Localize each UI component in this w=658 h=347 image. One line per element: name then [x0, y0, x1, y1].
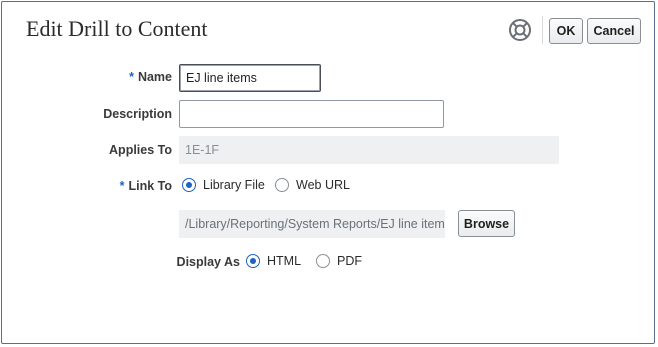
description-input[interactable]: [179, 100, 444, 128]
display-as-html-option[interactable]: HTML: [246, 254, 301, 268]
library-path-field: /Library/Reporting/System Reports/EJ lin…: [179, 210, 445, 238]
dialog-title: Edit Drill to Content: [26, 16, 208, 41]
display-as-label: Display As: [176, 255, 240, 269]
link-to-label: * Link To: [119, 179, 172, 193]
required-indicator: *: [119, 179, 125, 193]
lifebuoy-help-icon[interactable]: [508, 18, 532, 42]
applies-to-value: 1E-1F: [179, 136, 559, 164]
web-url-label: Web URL: [296, 178, 350, 192]
edit-drill-dialog: Edit Drill to Content OK Cancel * Name EJ…: [1, 1, 655, 344]
pdf-label: PDF: [337, 254, 362, 268]
library-file-radio[interactable]: [182, 178, 196, 192]
display-as-pdf-option[interactable]: PDF: [316, 254, 362, 268]
browse-button[interactable]: Browse: [458, 210, 515, 237]
description-label: Description: [103, 107, 172, 121]
name-input[interactable]: EJ line items: [179, 64, 321, 92]
link-to-library-file-option[interactable]: Library File: [182, 178, 265, 192]
cancel-button[interactable]: Cancel: [587, 18, 641, 44]
library-file-label: Library File: [203, 178, 265, 192]
html-radio[interactable]: [246, 254, 260, 268]
web-url-radio[interactable]: [275, 178, 289, 192]
header-divider: [542, 16, 543, 44]
link-to-web-url-option[interactable]: Web URL: [275, 178, 350, 192]
name-label: * Name: [129, 70, 172, 84]
html-label: HTML: [267, 254, 302, 268]
pdf-radio[interactable]: [316, 254, 330, 268]
ok-button[interactable]: OK: [549, 18, 583, 44]
applies-to-label: Applies To: [109, 143, 172, 157]
required-indicator: *: [129, 70, 134, 84]
